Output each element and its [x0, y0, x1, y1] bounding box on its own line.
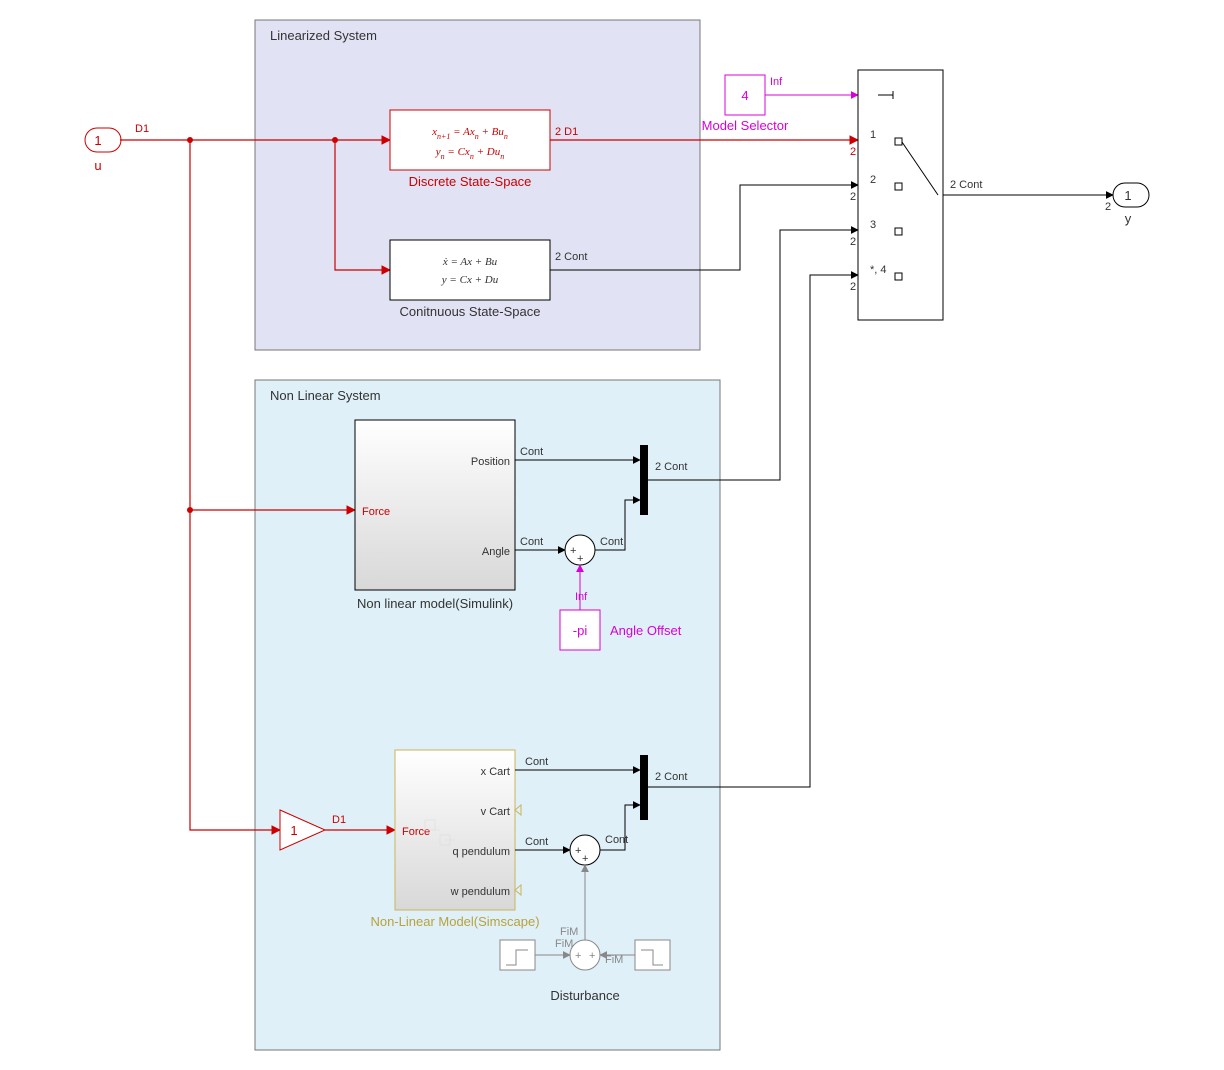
css-eq2: y = Cx + Du: [441, 274, 499, 286]
css-eq1: ẋ = Ax + Bu: [442, 256, 498, 268]
dist-rate2: FiM: [555, 938, 573, 950]
dist-rate3: FiM: [605, 954, 623, 966]
sw-p1-dim: 2: [850, 146, 856, 158]
svg-text:+: +: [582, 853, 588, 865]
inport-name: u: [94, 158, 101, 173]
nls-name: Non linear model(Simulink): [357, 596, 513, 611]
svg-text:+: +: [575, 845, 581, 857]
sum1-out-rate: Cont: [600, 536, 623, 548]
block-multiport-switch[interactable]: 1 2 3 *, 4: [858, 70, 943, 320]
nls-out2-rate: Cont: [520, 536, 543, 548]
sc-out1: x Cart: [481, 766, 510, 778]
sw-p2-dim: 2: [850, 191, 856, 203]
outport-y[interactable]: 1: [1113, 183, 1149, 207]
sw-p4-dim: 2: [850, 281, 856, 293]
sw-p1-label: 1: [870, 129, 876, 141]
gain-sig: D1: [332, 814, 346, 826]
nls-out1-rate: Cont: [520, 446, 543, 458]
dist-rate1: FiM: [560, 926, 578, 938]
nls-out2: Angle: [482, 546, 510, 558]
sc-out3-rate: Cont: [525, 836, 548, 848]
sc-out4: w pendulum: [450, 886, 510, 898]
sw-p3-label: 3: [870, 219, 876, 231]
block-model-selector[interactable]: 4: [725, 75, 765, 115]
block-cont-ss[interactable]: ẋ = Ax + Bu y = Cx + Du: [390, 240, 550, 300]
block-sum2[interactable]: + +: [570, 835, 600, 865]
nls-out1: Position: [471, 456, 510, 468]
sw-out-sig: 2 Cont: [950, 179, 982, 191]
block-nl-simulink[interactable]: Force Position Angle: [355, 420, 515, 590]
block-mux1[interactable]: [640, 445, 648, 515]
dss-out-sig: 2 D1: [555, 126, 578, 138]
block-nl-simscape[interactable]: Force x Cart v Cart q pendulum w pendulu…: [395, 750, 521, 910]
sw-p2-label: 2: [870, 174, 876, 186]
block-sum-disturb[interactable]: + +: [570, 940, 600, 970]
svg-text:+: +: [577, 553, 583, 565]
sc-in: Force: [402, 826, 430, 838]
ao-rate: Inf: [575, 591, 588, 603]
nls-in: Force: [362, 506, 390, 518]
css-out-sig: 2 Cont: [555, 251, 587, 263]
disturb-name: Disturbance: [550, 988, 619, 1003]
branch-node-2: [332, 137, 338, 143]
svg-text:+: +: [589, 950, 595, 962]
inport-u[interactable]: 1: [85, 128, 121, 152]
sc-out2: v Cart: [481, 806, 510, 818]
inport-sig: D1: [135, 123, 149, 135]
gain-value: 1: [290, 823, 297, 838]
area-nonlinear-title: Non Linear System: [270, 388, 381, 403]
sc-out3: q pendulum: [453, 846, 511, 858]
outport-num: 1: [1124, 188, 1131, 203]
inport-num: 1: [94, 133, 101, 148]
mux1-out: 2 Cont: [655, 461, 687, 473]
css-name: Conitnuous State-Space: [400, 304, 541, 319]
block-sum1[interactable]: + +: [565, 535, 595, 565]
out-dim: 2: [1105, 201, 1111, 213]
area-linearized-title: Linearized System: [270, 28, 377, 43]
block-angle-offset[interactable]: -pi: [560, 610, 600, 650]
ms-name: Model Selector: [702, 118, 789, 133]
sw-p3-dim: 2: [850, 236, 856, 248]
ao-value: -pi: [573, 623, 588, 638]
sc-name: Non-Linear Model(Simscape): [370, 914, 539, 929]
svg-text:+: +: [575, 950, 581, 962]
ms-rate: Inf: [770, 76, 783, 88]
ms-value: 4: [741, 88, 748, 103]
outport-name: y: [1125, 211, 1132, 226]
block-step1[interactable]: [500, 940, 535, 970]
block-mux2[interactable]: [640, 755, 648, 820]
block-discrete-ss[interactable]: xn+1 = Axn + Bun yn = Cxn + Dun: [390, 110, 550, 170]
block-step2[interactable]: [635, 940, 670, 970]
sw-p4-label: *, 4: [870, 264, 887, 276]
sc-out1-rate: Cont: [525, 756, 548, 768]
simulink-diagram: Linearized System Non Linear System 1 u …: [0, 0, 1224, 1070]
svg-text:+: +: [570, 545, 576, 557]
mux2-out: 2 Cont: [655, 771, 687, 783]
ao-name: Angle Offset: [610, 623, 682, 638]
dss-name: Discrete State-Space: [409, 174, 532, 189]
